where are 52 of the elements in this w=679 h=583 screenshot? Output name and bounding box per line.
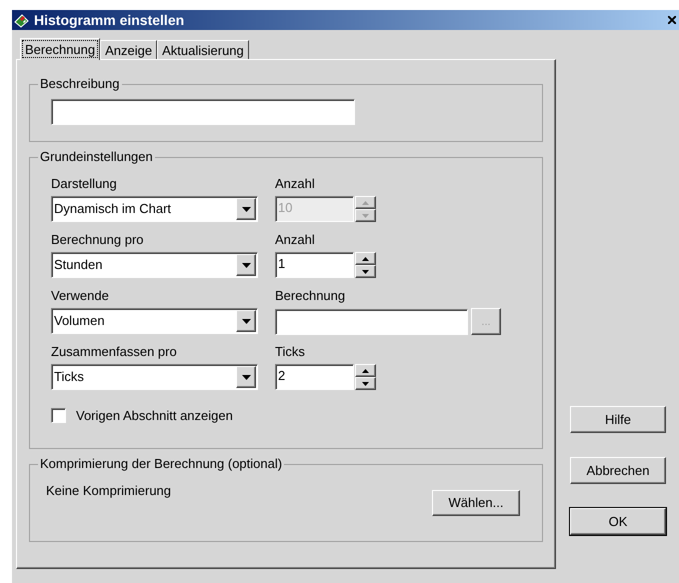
tab[interactable]: Aktualisierung: [157, 40, 249, 60]
number-field[interactable]: 2: [275, 364, 354, 390]
dropdown-button[interactable]: [236, 198, 256, 220]
number-field[interactable]: 1: [275, 252, 354, 278]
dropdown-button[interactable]: [236, 310, 256, 332]
up-arrow-icon: [362, 368, 369, 372]
tab[interactable]: Anzeige: [100, 40, 158, 60]
checkbox[interactable]: [51, 408, 66, 424]
window-title: Histogramm einstellen: [34, 10, 186, 30]
up-arrow-icon: [362, 200, 369, 204]
checkbox-label: Vorigen Abschnitt anzeigen: [76, 407, 233, 425]
spin-down-button[interactable]: [355, 265, 376, 278]
caret-icon: [242, 206, 250, 212]
tab[interactable]: Berechnung: [20, 38, 100, 60]
group-label: Beschreibung: [38, 76, 122, 92]
field-label: Anzahl: [275, 176, 315, 192]
dropdown[interactable]: Stunden: [51, 252, 258, 278]
field-label: Zusammenfassen pro: [51, 344, 177, 360]
compression-status: Keine Komprimierung: [46, 483, 172, 499]
dropdown-button[interactable]: [236, 254, 256, 276]
down-arrow-icon: [362, 214, 369, 218]
group-label: Grundeinstellungen: [38, 149, 155, 165]
up-arrow-icon: [362, 256, 369, 260]
input-field[interactable]: [275, 308, 468, 334]
dropdown[interactable]: Volumen: [51, 308, 258, 334]
dialog-button[interactable]: Hilfe: [570, 406, 666, 433]
field-label: Anzahl: [275, 232, 315, 248]
field-label: Berechnung pro: [51, 232, 144, 248]
group-label: Komprimierung der Berechnung (optional): [38, 456, 284, 472]
dialog-button[interactable]: Abbrechen: [570, 457, 666, 484]
dropdown[interactable]: Ticks: [51, 364, 258, 390]
caret-icon: [242, 318, 250, 324]
caret-icon: [242, 374, 250, 380]
dialog-button[interactable]: OK: [570, 508, 666, 535]
field-label: Ticks: [275, 344, 305, 360]
spin-up-button[interactable]: [355, 252, 376, 265]
field-label: Darstellung: [51, 176, 117, 192]
chart-icon: [14, 12, 30, 28]
choose-button[interactable]: Wählen...: [432, 490, 520, 516]
field-label: Berechnung: [275, 288, 346, 304]
down-arrow-icon: [362, 270, 369, 274]
description-field[interactable]: [51, 99, 355, 125]
field-label: Verwende: [51, 288, 109, 304]
spin-up-button[interactable]: [355, 364, 376, 377]
close-icon[interactable]: [668, 16, 676, 24]
spin-down-button[interactable]: [355, 209, 376, 222]
spin-down-button[interactable]: [355, 377, 376, 390]
spin-up-button[interactable]: [355, 196, 376, 209]
dropdown[interactable]: Dynamisch im Chart: [51, 196, 258, 222]
dropdown-button[interactable]: [236, 366, 256, 388]
caret-icon: [242, 262, 250, 268]
down-arrow-icon: [362, 382, 369, 386]
